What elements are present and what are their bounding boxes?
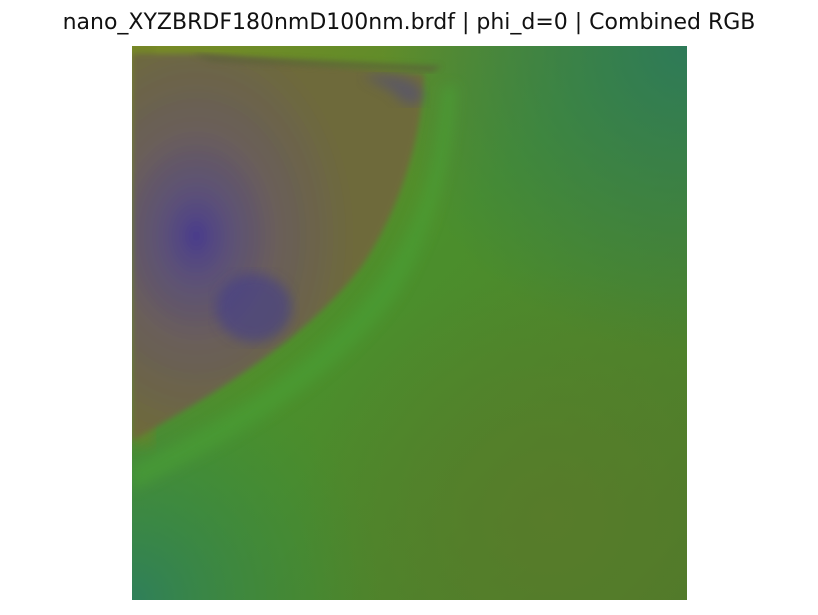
violet-core [216,274,292,342]
brdf-rgb-image [132,46,687,600]
figure-title: nano_XYZBRDF180nmD100nm.brdf | phi_d=0 |… [62,10,756,35]
